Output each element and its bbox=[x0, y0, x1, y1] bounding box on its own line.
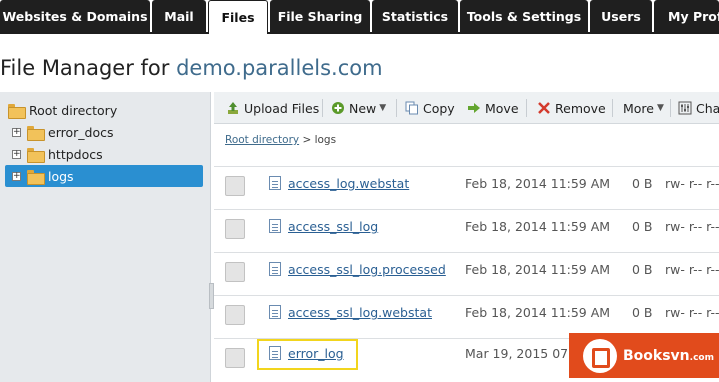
file-permissions: rw- r-- r-- bbox=[665, 219, 719, 234]
toolbar-divider bbox=[670, 99, 671, 117]
file-size: 0 B bbox=[632, 262, 653, 277]
file-toolbar: Upload Files New ▼ Copy Move Remove More… bbox=[214, 92, 719, 124]
file-name-link[interactable]: access_ssl_log.webstat bbox=[288, 305, 432, 320]
copy-button[interactable]: Copy bbox=[405, 99, 455, 117]
book-icon bbox=[583, 338, 617, 373]
row-checkbox[interactable] bbox=[225, 305, 245, 325]
tab-statistics[interactable]: Statistics bbox=[372, 0, 458, 32]
page-title: File Manager for demo.parallels.com bbox=[0, 56, 383, 80]
file-size: 0 B bbox=[632, 305, 653, 320]
copy-label: Copy bbox=[423, 100, 455, 116]
page-title-prefix: File Manager for bbox=[0, 56, 177, 80]
file-permissions: rw- r-- r-- bbox=[665, 176, 719, 191]
breadcrumb-separator: > bbox=[299, 134, 315, 146]
folder-icon bbox=[8, 103, 26, 119]
file-size: 0 B bbox=[632, 176, 653, 191]
arrow-right-icon bbox=[467, 101, 481, 115]
file-row: access_ssl_log.processed Feb 18, 2014 11… bbox=[214, 252, 719, 295]
more-button[interactable]: More ▼ bbox=[623, 99, 664, 117]
upload-files-button[interactable]: Upload Files bbox=[226, 99, 319, 117]
tree-item-label: httpdocs bbox=[48, 146, 103, 162]
change-label: Cha bbox=[696, 100, 719, 116]
expand-icon[interactable]: + bbox=[12, 127, 21, 137]
file-name-link[interactable]: access_ssl_log bbox=[288, 219, 378, 234]
change-permissions-button[interactable]: Cha bbox=[678, 99, 719, 117]
tab-my-profile[interactable]: My Profi bbox=[654, 0, 719, 32]
upload-files-label: Upload Files bbox=[244, 100, 320, 116]
folder-icon bbox=[27, 125, 45, 141]
file-modified-date: Feb 18, 2014 11:59 AM bbox=[465, 219, 611, 234]
file-modified-date: Feb 18, 2014 11:59 AM bbox=[465, 176, 611, 191]
tree-item-root[interactable]: Root directory bbox=[8, 99, 208, 121]
move-button[interactable]: Move bbox=[467, 99, 519, 117]
watermark-name: Booksvn bbox=[623, 347, 690, 364]
tree-item-httpdocs[interactable]: + httpdocs bbox=[12, 143, 202, 165]
add-icon bbox=[331, 101, 345, 115]
tree-item-label: error_docs bbox=[48, 124, 114, 140]
folder-icon bbox=[27, 147, 45, 163]
toolbar-divider bbox=[322, 99, 323, 117]
row-checkbox[interactable] bbox=[225, 176, 245, 196]
tree-item-label: Root directory bbox=[29, 102, 118, 118]
toolbar-divider bbox=[396, 99, 397, 117]
file-permissions: rw- r-- r-- bbox=[665, 305, 719, 320]
tree-item-logs[interactable]: + logs bbox=[5, 165, 203, 187]
file-icon bbox=[269, 305, 281, 319]
remove-label: Remove bbox=[555, 100, 606, 116]
file-modified-date: Feb 18, 2014 11:59 AM bbox=[465, 262, 611, 277]
file-manager-page: Websites & Domains Mail Files File Shari… bbox=[0, 0, 719, 382]
tree-item-label: logs bbox=[48, 168, 74, 184]
breadcrumb-current: logs bbox=[314, 134, 337, 146]
expand-icon[interactable]: + bbox=[12, 171, 21, 181]
tab-users[interactable]: Users bbox=[590, 0, 652, 32]
more-label: More bbox=[623, 100, 654, 116]
file-name-link[interactable]: access_ssl_log.processed bbox=[288, 262, 446, 277]
tab-websites-domains[interactable]: Websites & Domains bbox=[0, 0, 150, 32]
upload-icon bbox=[226, 101, 240, 115]
new-label: New bbox=[349, 100, 377, 116]
remove-button[interactable]: Remove bbox=[537, 99, 606, 117]
folder-icon bbox=[27, 169, 45, 185]
tab-files[interactable]: Files bbox=[208, 0, 268, 34]
remove-x-icon bbox=[537, 101, 551, 115]
directory-tree: Root directory + error_docs + httpdocs +… bbox=[0, 92, 211, 382]
watermark-text: Booksvn.com bbox=[623, 348, 714, 364]
new-button[interactable]: New ▼ bbox=[331, 99, 386, 117]
watermark-logo: Booksvn.com bbox=[569, 333, 719, 378]
file-icon bbox=[269, 262, 281, 276]
chevron-down-icon: ▼ bbox=[657, 103, 664, 113]
row-checkbox[interactable] bbox=[225, 348, 245, 368]
copy-icon bbox=[405, 101, 419, 115]
file-modified-date: Mar 19, 2015 07:2 bbox=[465, 346, 581, 361]
chevron-down-icon: ▼ bbox=[379, 103, 387, 113]
breadcrumb: Root directory > logs bbox=[225, 134, 336, 146]
tab-tools-settings[interactable]: Tools & Settings bbox=[460, 0, 588, 32]
row-checkbox[interactable] bbox=[225, 219, 245, 239]
file-size: 0 B bbox=[632, 219, 653, 234]
main-tabbar: Websites & Domains Mail Files File Shari… bbox=[0, 0, 719, 34]
file-row: access_log.webstat Feb 18, 2014 11:59 AM… bbox=[214, 166, 719, 209]
file-modified-date: Feb 18, 2014 11:59 AM bbox=[465, 305, 611, 320]
page-title-domain[interactable]: demo.parallels.com bbox=[176, 56, 382, 80]
watermark-suffix: .com bbox=[689, 352, 714, 363]
permissions-icon bbox=[678, 101, 692, 115]
expand-icon[interactable]: + bbox=[12, 149, 21, 159]
tab-mail[interactable]: Mail bbox=[152, 0, 206, 32]
file-icon bbox=[269, 219, 281, 233]
file-icon bbox=[269, 176, 281, 190]
move-label: Move bbox=[485, 100, 519, 116]
toolbar-divider bbox=[526, 99, 527, 117]
highlight-box bbox=[257, 339, 358, 370]
file-name-link[interactable]: access_log.webstat bbox=[288, 176, 409, 191]
breadcrumb-root-link[interactable]: Root directory bbox=[225, 134, 299, 146]
tree-item-error-docs[interactable]: + error_docs bbox=[12, 121, 202, 143]
tab-file-sharing[interactable]: File Sharing bbox=[270, 0, 370, 32]
file-row: access_ssl_log Feb 18, 2014 11:59 AM 0 B… bbox=[214, 209, 719, 252]
row-checkbox[interactable] bbox=[225, 262, 245, 282]
file-row: access_ssl_log.webstat Feb 18, 2014 11:5… bbox=[214, 295, 719, 338]
file-permissions: rw- r-- r-- bbox=[665, 262, 719, 277]
toolbar-divider bbox=[612, 99, 613, 117]
